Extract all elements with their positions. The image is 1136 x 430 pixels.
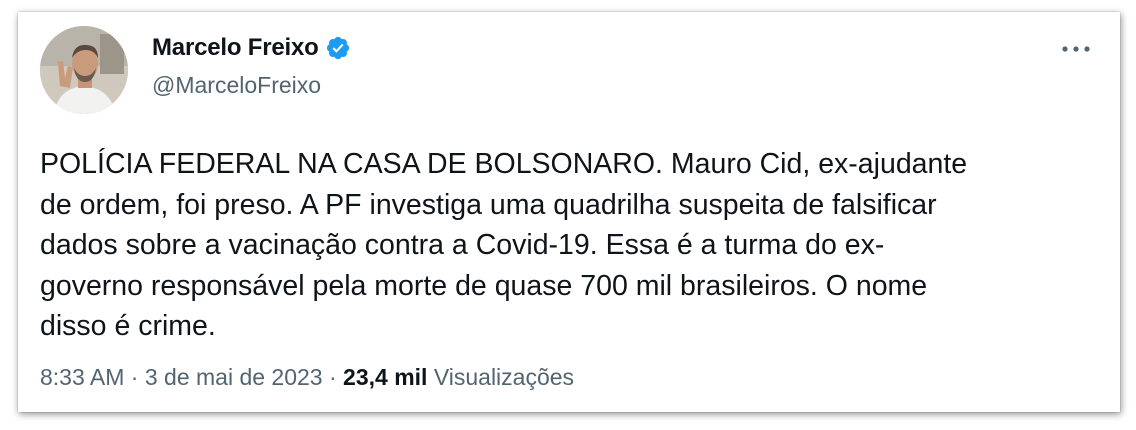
tweet-date[interactable]: 3 de mai de 2023: [145, 364, 323, 390]
author-handle[interactable]: @MarceloFreixo: [152, 72, 321, 99]
tweet-meta: 8:33 AM · 3 de mai de 2023 · 23,4 mil Vi…: [40, 364, 574, 391]
avatar-image: [40, 26, 128, 114]
meta-separator: ·: [130, 364, 139, 390]
views-label[interactable]: Visualizações: [434, 364, 574, 390]
avatar[interactable]: [40, 26, 128, 114]
tweet-card: Marcelo Freixo @MarceloFreixo POLÍCIA FE…: [18, 12, 1120, 412]
more-options-button[interactable]: [1056, 34, 1096, 64]
meta-separator: ·: [328, 364, 337, 390]
tweet-time[interactable]: 8:33 AM: [40, 364, 124, 390]
author-display-name[interactable]: Marcelo Freixo: [152, 34, 319, 62]
more-horizontal-icon: [1062, 46, 1090, 52]
tweet-text: POLÍCIA FEDERAL NA CASA DE BOLSONARO. Ma…: [40, 148, 968, 342]
views-count: 23,4 mil: [343, 364, 428, 390]
author-name-row: Marcelo Freixo: [152, 34, 351, 62]
verified-badge-icon: [325, 35, 351, 61]
